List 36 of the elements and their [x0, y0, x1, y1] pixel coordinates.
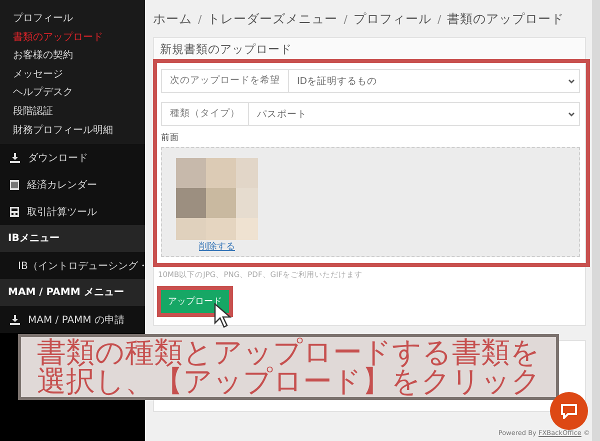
calculator-icon: [10, 206, 19, 217]
sidebar-item[interactable]: ダウンロード: [0, 144, 145, 172]
sidebar-item[interactable]: 財務プロフィール明細: [13, 122, 113, 140]
sidebar-item[interactable]: MAM / PAMM の申請: [0, 306, 145, 334]
sidebar-item[interactable]: 取引計算ツール: [0, 198, 145, 226]
sidebar-item[interactable]: ヘルプデスク: [13, 84, 73, 103]
breadcrumb-link[interactable]: ホーム: [153, 10, 192, 28]
select-field[interactable]: 次のアップロードを希望 IDを証明するもの: [161, 69, 580, 93]
download-icon: [10, 314, 20, 325]
breadcrumb-separator: /: [437, 12, 442, 26]
calendar-icon: [10, 180, 19, 190]
dropzone[interactable]: 削除する: [161, 147, 580, 257]
breadcrumb-separator: /: [198, 12, 202, 26]
select-field[interactable]: 種類（タイプ） パスポート: [161, 102, 580, 126]
chevron-down-icon: [568, 78, 575, 84]
card-title: 新規書類のアップロード: [154, 38, 585, 59]
download-icon: [10, 152, 20, 163]
sidebar-item[interactable]: プロフィール: [13, 10, 73, 29]
sidebar-item[interactable]: 段階認証: [13, 102, 53, 122]
menu-section-header: MAM / PAMM メニュー: [0, 279, 145, 306]
sidebar-item[interactable]: 経済カレンダー: [0, 171, 145, 198]
sidebar-item[interactable]: メッセージ: [13, 66, 63, 84]
field-label: 前面: [161, 132, 179, 144]
breadcrumb-link[interactable]: トレーダーズメニュー: [208, 10, 338, 28]
sidebar-item[interactable]: 書類のアップロード: [13, 28, 103, 48]
instruction-callout: 書類の種類とアップロードする書類を選択し、【アップロード】をクリック: [18, 334, 559, 400]
breadcrumb-link[interactable]: プロフィール: [353, 10, 432, 28]
remove-link[interactable]: 削除する: [199, 240, 235, 253]
chat-button[interactable]: [550, 392, 588, 430]
breadcrumb-link[interactable]: 書類のアップロード: [447, 10, 564, 28]
sidebar-item[interactable]: お客様の契約: [13, 47, 73, 66]
chat-icon: [561, 404, 577, 418]
chevron-down-icon: [568, 112, 575, 116]
breadcrumb-separator: /: [344, 12, 348, 26]
menu-section-header: IBメニュー: [0, 225, 145, 252]
sidebar-item[interactable]: IB（イントロデューシング・: [0, 252, 145, 280]
